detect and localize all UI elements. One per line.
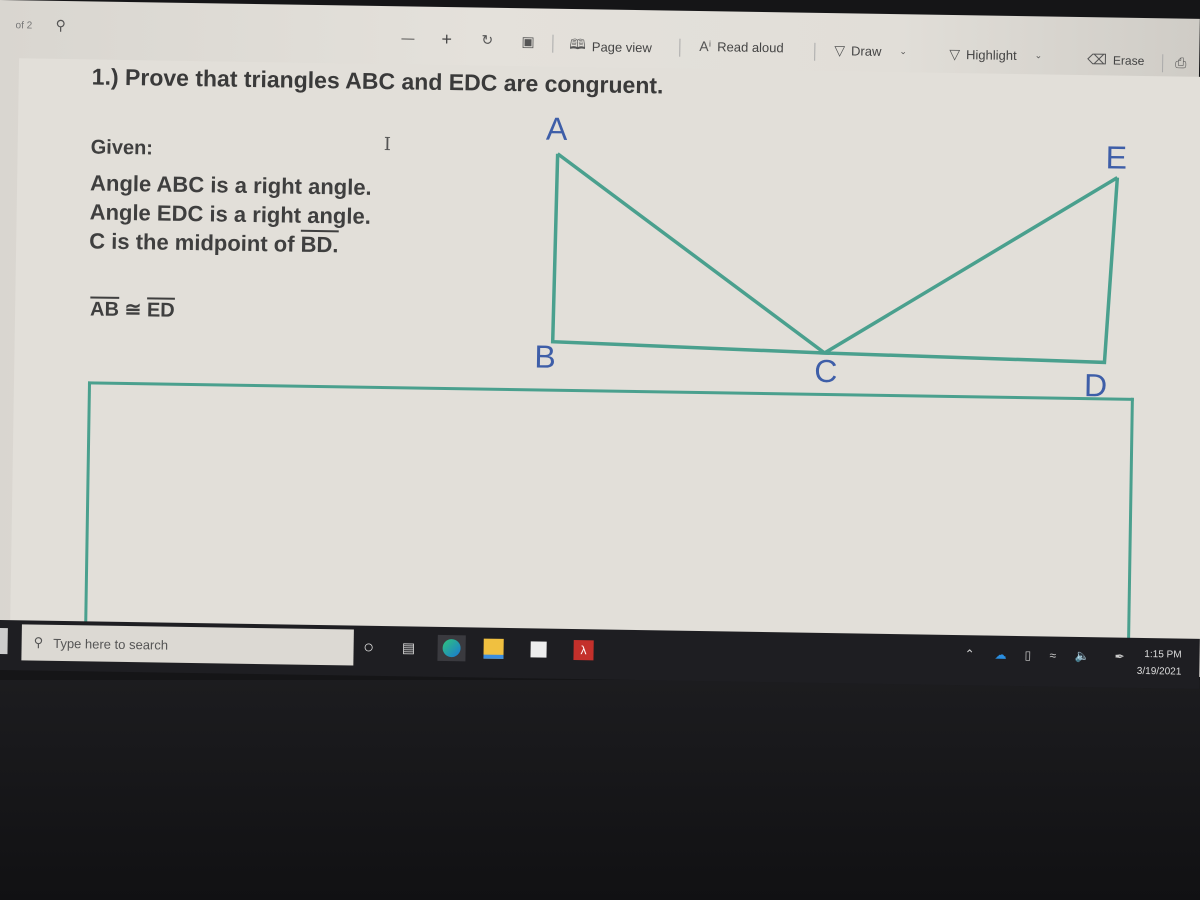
volume-icon[interactable]: 🔈 [1074,649,1089,663]
task-view-icon[interactable]: ▤ [394,634,422,660]
clock-time: 1:15 PM [1144,648,1182,661]
triangle-edc [818,176,1120,365]
vertex-label-a: A [545,110,568,147]
monitor-bezel [0,680,1200,900]
search-icon: ⚲ [33,634,44,650]
triangle-abc [550,152,831,355]
show-hidden-icons[interactable]: ⌃ [964,647,974,661]
acrobat-icon[interactable]: λ [569,637,597,663]
onedrive-icon[interactable]: ☁ [994,648,1006,662]
clock[interactable]: 1:15 PM 3/19/2021 [1137,646,1182,681]
file-explorer-icon[interactable] [479,636,507,662]
battery-icon[interactable]: ▯ [1024,648,1031,662]
wifi-icon[interactable]: ≈ [1049,648,1056,662]
vertex-label-b: B [534,338,557,375]
taskbar-search[interactable]: ⚲ Type here to search [21,624,354,666]
cortana-icon[interactable]: ○ [354,634,382,660]
pen-workspace-icon[interactable]: ✒ [1114,650,1124,664]
clock-date: 3/19/2021 [1136,665,1182,678]
start-button[interactable] [0,627,8,655]
vertex-label-e: E [1105,139,1128,176]
store-icon[interactable] [524,636,552,662]
edge-icon[interactable] [437,634,466,662]
search-placeholder: Type here to search [53,635,169,653]
screen: of 2 ⚲ — + ↻ ▣ 🕮 Page view Aⁱ Read aloud ▽… [0,0,1200,681]
vertex-label-c: C [813,352,838,390]
